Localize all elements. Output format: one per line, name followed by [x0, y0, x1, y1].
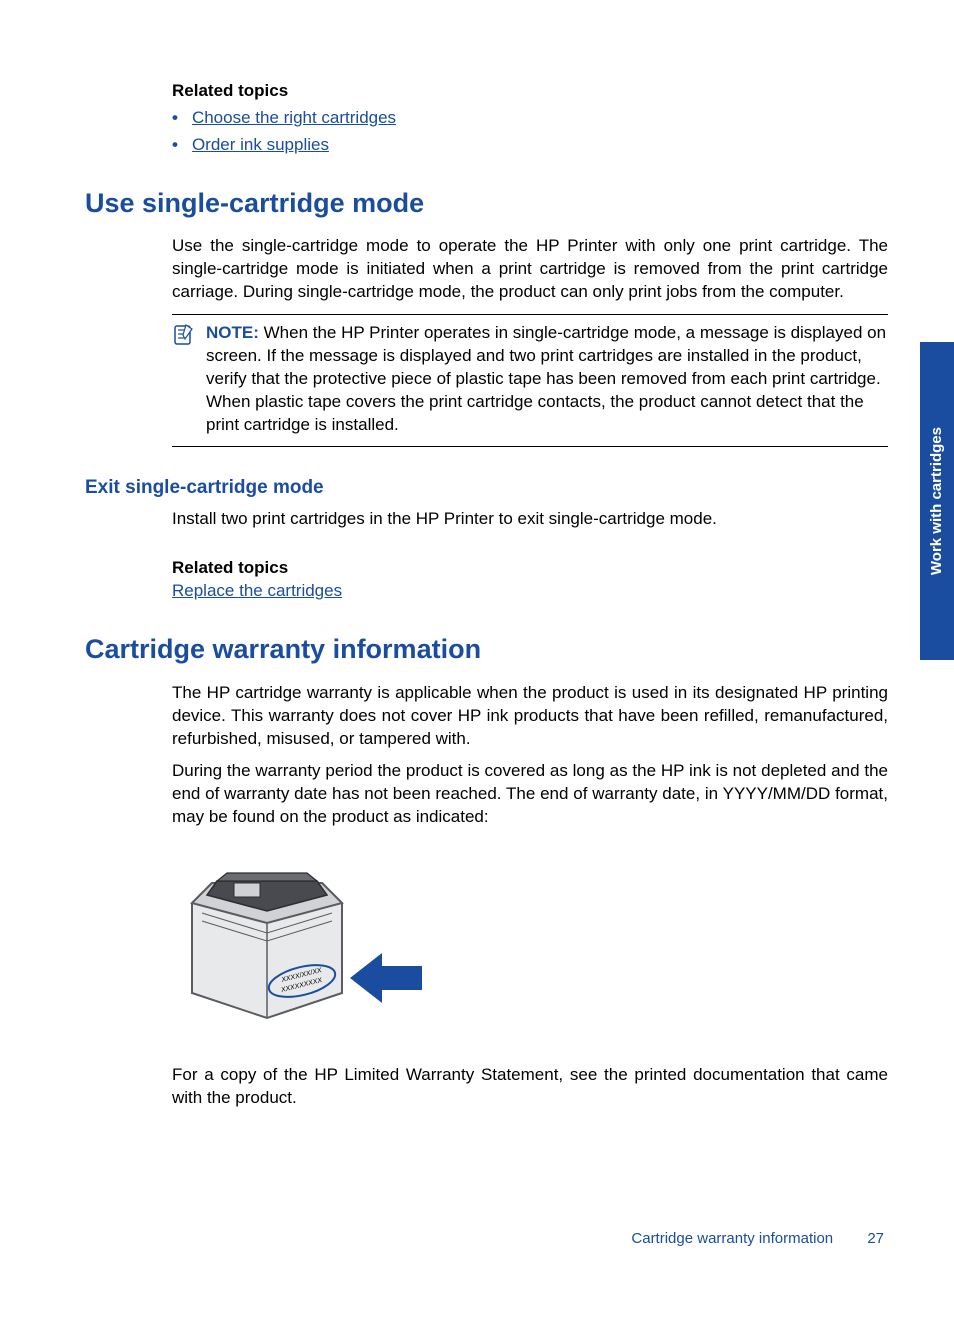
- related-topics-heading-2: Related topics: [172, 557, 888, 580]
- heading-exit-single-cartridge: Exit single-cartridge mode: [85, 475, 888, 501]
- body-text: For a copy of the HP Limited Warranty St…: [172, 1064, 888, 1110]
- heading-warranty-info: Cartridge warranty information: [85, 631, 888, 667]
- side-tab-label: Work with cartridges: [927, 427, 947, 575]
- link-choose-cartridges[interactable]: Choose the right cartridges: [192, 107, 396, 130]
- footer-title: Cartridge warranty information: [631, 1230, 833, 1247]
- note-text: NOTE: When the HP Printer operates in si…: [206, 322, 888, 437]
- body-text: Use the single-cartridge mode to operate…: [172, 235, 888, 304]
- related-topics-heading-1: Related topics: [172, 80, 888, 103]
- link-order-ink[interactable]: Order ink supplies: [192, 134, 329, 157]
- note-label: NOTE:: [206, 323, 259, 342]
- cartridge-figure: XXXX/XX/XX XXXXXXXXX: [172, 843, 888, 1040]
- bullet-icon: •: [172, 134, 178, 157]
- body-text: The HP cartridge warranty is applicable …: [172, 682, 888, 751]
- link-replace-cartridges[interactable]: Replace the cartridges: [172, 581, 342, 600]
- note-block: NOTE: When the HP Printer operates in si…: [172, 314, 888, 447]
- heading-single-cartridge-mode: Use single-cartridge mode: [85, 185, 888, 221]
- note-body: When the HP Printer operates in single-c…: [206, 323, 886, 434]
- bullet-icon: •: [172, 107, 178, 130]
- body-text: During the warranty period the product i…: [172, 760, 888, 829]
- page-footer: Cartridge warranty information 27: [631, 1229, 884, 1249]
- note-icon: [172, 324, 196, 437]
- body-text: Install two print cartridges in the HP P…: [172, 508, 888, 531]
- page-number: 27: [867, 1230, 884, 1247]
- side-tab: Work with cartridges: [920, 342, 954, 660]
